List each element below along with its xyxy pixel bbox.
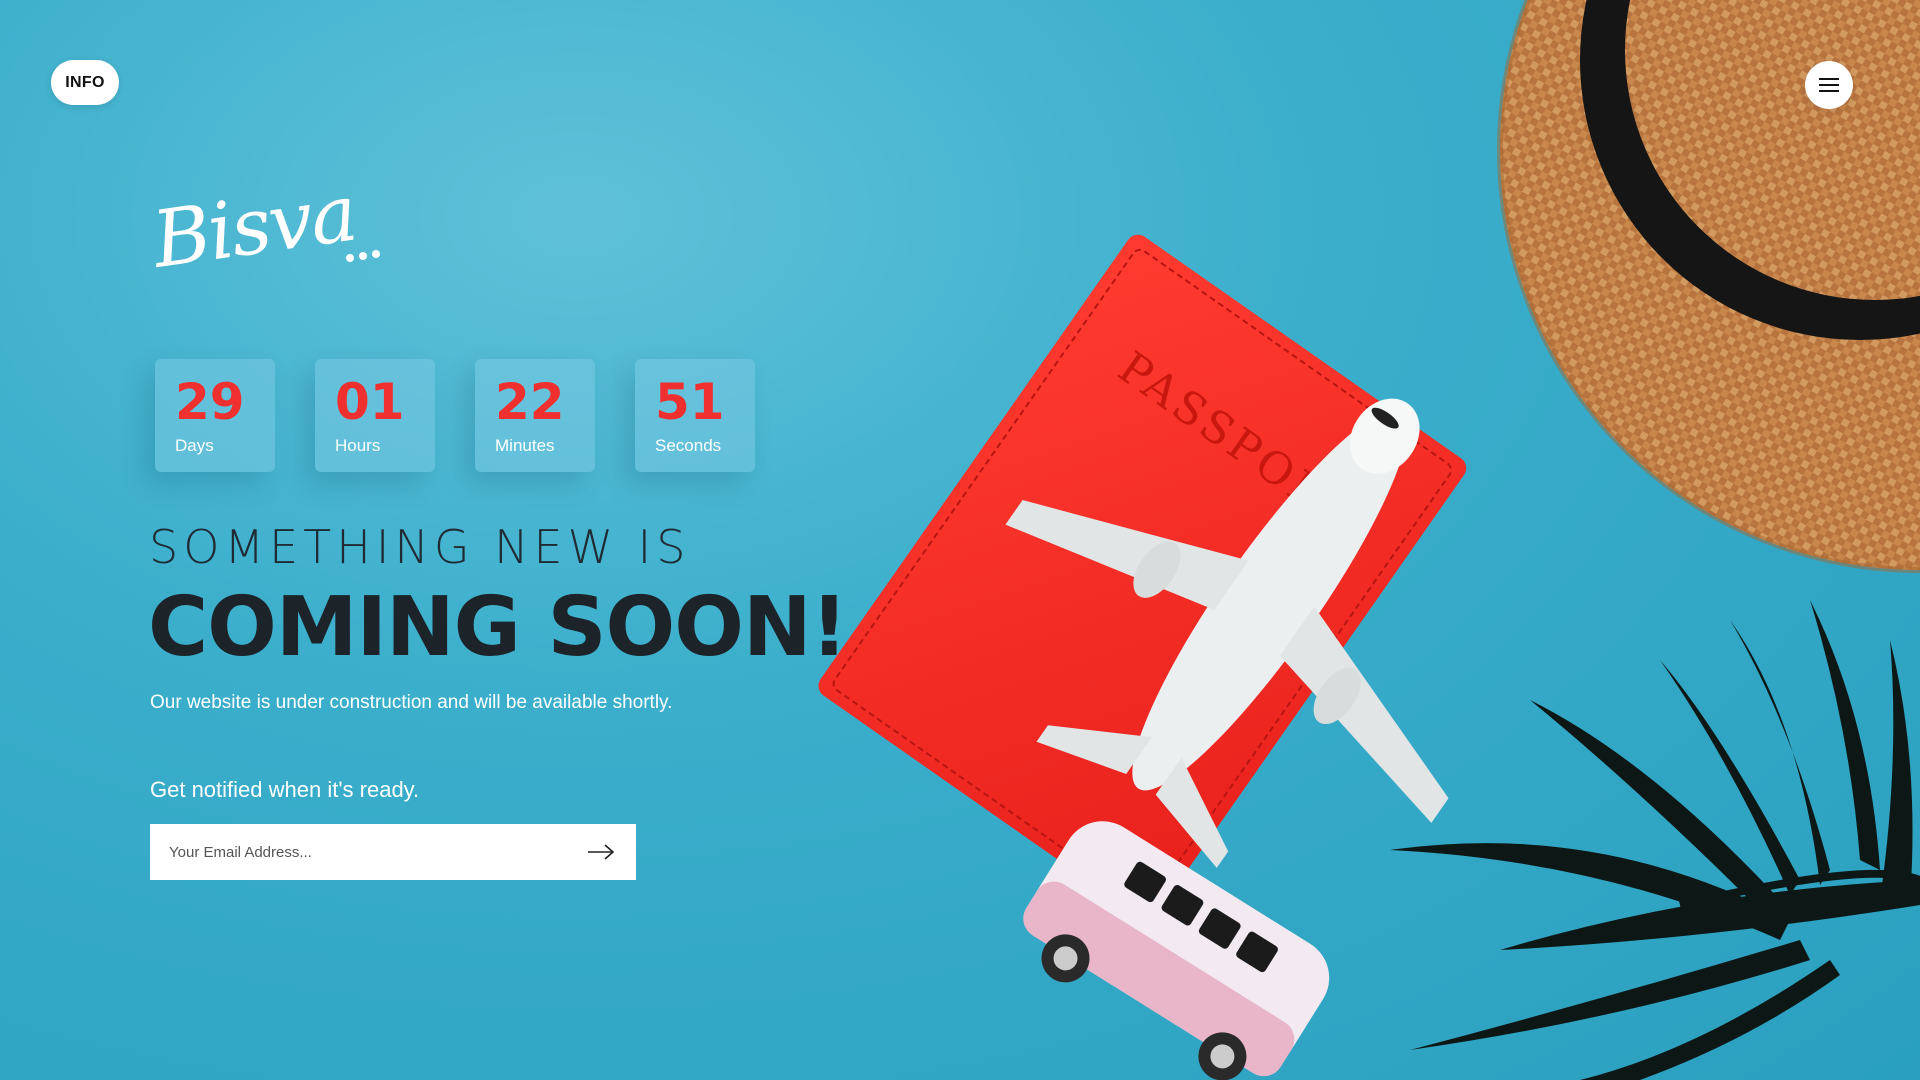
email-input[interactable] [150, 824, 566, 880]
menu-button[interactable] [1805, 61, 1853, 109]
logo-dots-icon [346, 250, 380, 262]
countdown-timer: 29 Days 01 Hours 22 Minutes 51 Seconds [155, 359, 755, 472]
info-button[interactable]: INFO [51, 60, 119, 105]
arrow-right-icon [588, 844, 615, 860]
countdown-value: 22 [495, 373, 565, 431]
countdown-seconds: 51 Seconds [635, 359, 755, 472]
countdown-days: 29 Days [155, 359, 275, 472]
countdown-hours: 01 Hours [315, 359, 435, 472]
countdown-value: 01 [335, 373, 405, 431]
subscribe-submit-button[interactable] [566, 824, 636, 880]
countdown-label: Minutes [495, 436, 555, 455]
headline-coming-soon: COMING SOON! [148, 580, 848, 675]
brand-logo[interactable]: Bisva [147, 169, 400, 306]
countdown-label: Days [175, 436, 214, 455]
countdown-value: 29 [175, 373, 245, 431]
notify-heading: Get notified when it's ready. [150, 777, 420, 802]
subscribe-form [150, 824, 636, 880]
headline-small: SOMETHING NEW IS [149, 520, 691, 574]
countdown-minutes: 22 Minutes [475, 359, 595, 472]
construction-subtext: Our website is under construction and wi… [150, 692, 673, 713]
hamburger-menu-icon [1819, 78, 1839, 92]
countdown-value: 51 [655, 373, 725, 431]
countdown-label: Hours [335, 436, 381, 455]
countdown-label: Seconds [655, 436, 722, 455]
straw-hat-image [1497, 0, 1920, 573]
palm-leaf-image [1390, 600, 1920, 1080]
